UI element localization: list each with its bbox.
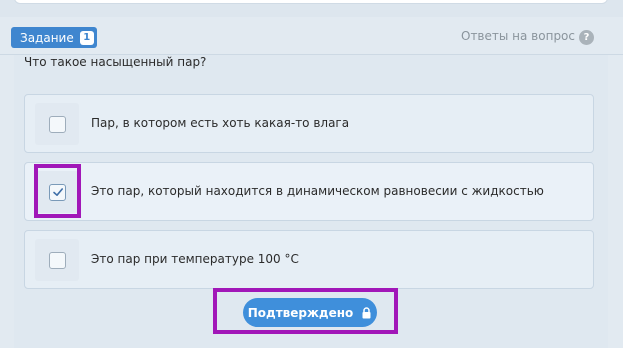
option-checkbox-1[interactable] bbox=[49, 116, 66, 133]
question-text: Что такое насыщенный пар? bbox=[24, 55, 207, 69]
answer-option-1[interactable]: Пар, в котором есть хоть какая-то влага bbox=[24, 94, 594, 153]
option-checkbox-3[interactable] bbox=[49, 252, 66, 269]
option-check-area bbox=[35, 239, 79, 281]
previous-card bbox=[14, 0, 608, 4]
answers-link[interactable]: Ответы на вопрос bbox=[461, 29, 575, 43]
option-label-1: Пар, в котором есть хоть какая-то влага bbox=[91, 116, 350, 130]
option-check-area bbox=[35, 103, 79, 145]
task-tab-label: Задание bbox=[20, 30, 74, 45]
highlight-box-checkbox bbox=[34, 164, 81, 218]
answer-option-3[interactable]: Это пар при температуре 100 °C bbox=[24, 230, 594, 289]
task-header: Задание 1 Ответы на вопрос ? bbox=[0, 17, 623, 55]
answers-link-label: Ответы на вопрос bbox=[461, 29, 575, 43]
highlight-box-button bbox=[213, 288, 398, 334]
task-count-badge: 1 bbox=[79, 30, 94, 45]
option-label-2: Это пар, который находится в динамическо… bbox=[91, 184, 544, 198]
question-circle-icon[interactable]: ? bbox=[579, 30, 594, 45]
answer-option-2[interactable]: Это пар, который находится в динамическо… bbox=[24, 162, 594, 221]
task-tab[interactable]: Задание 1 bbox=[11, 27, 97, 48]
option-label-3: Это пар при температуре 100 °C bbox=[91, 252, 299, 266]
